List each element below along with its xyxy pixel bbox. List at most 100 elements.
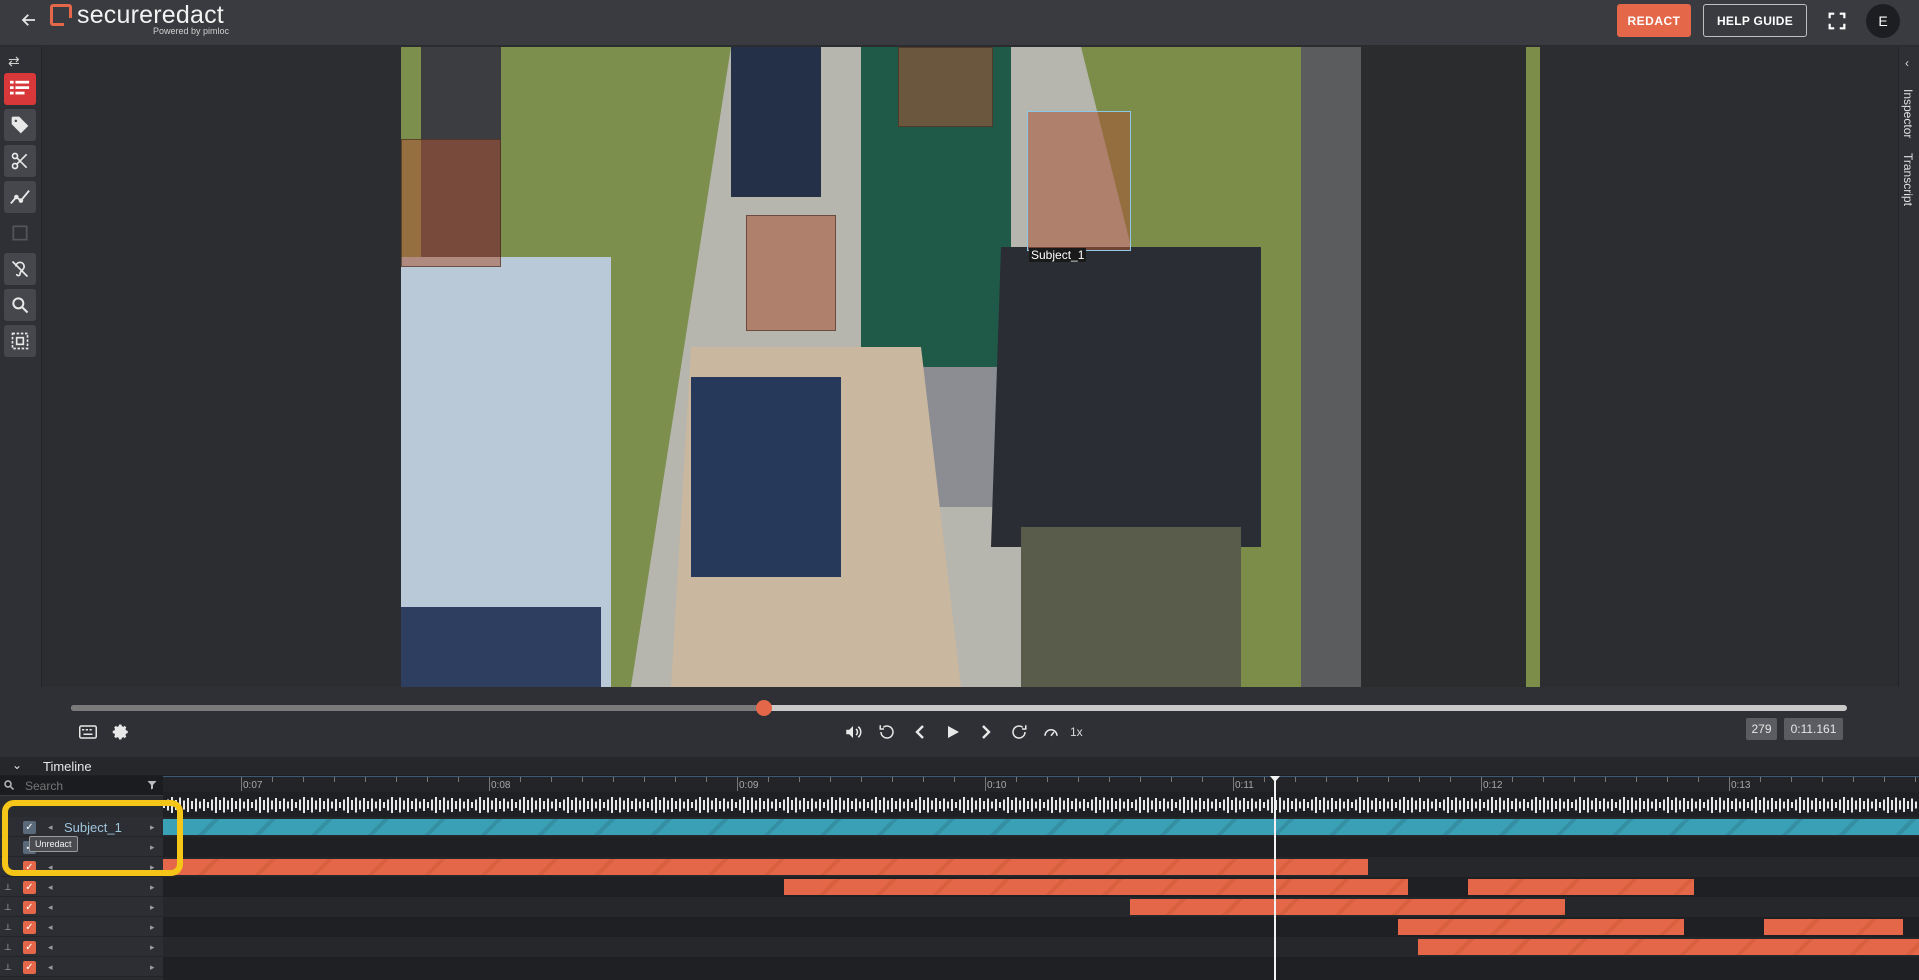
playhead[interactable] bbox=[1274, 776, 1276, 980]
chevron-down-icon[interactable]: ⌄ bbox=[12, 758, 22, 772]
timeline-ruler[interactable]: 0:07 0:08 0:09 0:10 0:11 0:12 0:13 bbox=[163, 776, 1919, 792]
back-button[interactable] bbox=[16, 10, 42, 36]
seek-bar[interactable] bbox=[71, 700, 1847, 716]
track-row[interactable]: ✓◂▸ bbox=[0, 837, 163, 857]
pin-icon[interactable]: ⊥ bbox=[4, 862, 12, 872]
forward-button[interactable] bbox=[1008, 721, 1030, 743]
face-redaction-box[interactable] bbox=[898, 47, 993, 127]
tag-button[interactable] bbox=[4, 109, 36, 141]
chevron-left-icon[interactable]: ◂ bbox=[48, 822, 53, 833]
unredact-tooltip: Unredact bbox=[29, 836, 78, 852]
track-row[interactable]: ⊥ ✓ ◂ ▸ bbox=[0, 937, 163, 957]
track-row[interactable]: ⊥ ✓ ◂ ▸ bbox=[0, 957, 163, 977]
swap-icon[interactable]: ⇄ bbox=[8, 53, 32, 69]
track-lane[interactable] bbox=[163, 837, 1919, 857]
next-frame-button[interactable] bbox=[975, 721, 997, 743]
redaction-segment[interactable] bbox=[1398, 919, 1684, 935]
track-checkbox[interactable]: ✓ bbox=[23, 941, 36, 954]
track-checkbox[interactable]: ✓ bbox=[23, 881, 36, 894]
chevron-right-icon[interactable]: ▸ bbox=[150, 882, 155, 893]
track-checkbox[interactable]: ✓ bbox=[23, 961, 36, 974]
tab-transcript[interactable]: Transcript bbox=[1901, 149, 1915, 210]
track-lane[interactable] bbox=[163, 957, 1919, 977]
pin-icon[interactable]: ⊥ bbox=[4, 942, 12, 952]
chevron-left-icon[interactable]: ‹ bbox=[1905, 56, 1909, 70]
keyboard-button[interactable] bbox=[77, 721, 99, 743]
ruler-tick bbox=[861, 777, 862, 782]
redaction-segment[interactable] bbox=[1468, 879, 1694, 895]
audio-redact-button[interactable] bbox=[4, 253, 36, 285]
ruler-tick bbox=[303, 777, 304, 782]
chevron-left-icon[interactable]: ◂ bbox=[48, 882, 53, 893]
ruler-tick bbox=[923, 777, 924, 782]
pin-icon[interactable]: ⊥ bbox=[4, 882, 12, 892]
track-row[interactable]: ⊥ ✓ ◂ ▸ bbox=[0, 917, 163, 937]
pin-icon[interactable]: ⊥ bbox=[4, 902, 12, 912]
frame-select-button[interactable] bbox=[4, 325, 36, 357]
avatar[interactable]: E bbox=[1866, 4, 1900, 38]
chevron-right-icon[interactable]: ▸ bbox=[150, 862, 155, 873]
chevron-left-icon[interactable]: ◂ bbox=[48, 962, 53, 973]
redaction-segment[interactable] bbox=[163, 819, 1919, 835]
ruler-tick bbox=[1450, 777, 1451, 782]
settings-button[interactable] bbox=[110, 721, 132, 743]
pin-icon[interactable]: ⊥ bbox=[4, 922, 12, 932]
pin-icon[interactable]: ⊥ bbox=[4, 962, 12, 972]
filter-icon[interactable] bbox=[146, 779, 158, 791]
chevron-right-icon[interactable]: ▸ bbox=[150, 942, 155, 953]
tab-inspector[interactable]: Inspector bbox=[1901, 85, 1915, 142]
search-button[interactable] bbox=[4, 289, 36, 321]
help-guide-button[interactable]: HELP GUIDE bbox=[1703, 4, 1807, 37]
chevron-left-icon[interactable]: ◂ bbox=[48, 862, 53, 873]
redaction-segment[interactable] bbox=[1418, 939, 1919, 955]
search-input[interactable] bbox=[25, 778, 140, 794]
cut-button[interactable] bbox=[4, 145, 36, 177]
gear-icon bbox=[112, 724, 128, 740]
chevron-right-icon[interactable]: ▸ bbox=[150, 922, 155, 933]
chevron-right-icon[interactable]: ▸ bbox=[150, 822, 155, 833]
speed-button[interactable] bbox=[1040, 721, 1062, 743]
chevron-right-icon[interactable]: ▸ bbox=[150, 902, 155, 913]
ruler-tick bbox=[1419, 777, 1420, 782]
track-row[interactable]: ⊥ ✓ ◂ ▸ bbox=[0, 857, 163, 877]
track-checkbox[interactable]: ✓ bbox=[23, 921, 36, 934]
video-frame[interactable]: Subject_1 bbox=[401, 47, 1540, 687]
track-lane[interactable] bbox=[163, 897, 1919, 917]
play-icon bbox=[948, 726, 959, 738]
track-row[interactable]: ⊥ ✓ ◂ ▸ bbox=[0, 877, 163, 897]
previous-frame-button[interactable] bbox=[909, 721, 931, 743]
ruler-tick bbox=[458, 777, 459, 782]
track-label[interactable]: Subject_1 bbox=[64, 820, 122, 835]
track-checkbox[interactable]: ✓ bbox=[23, 821, 36, 834]
face-redaction-box[interactable] bbox=[746, 215, 836, 331]
face-redaction-box-selected[interactable] bbox=[1027, 111, 1131, 251]
redact-button[interactable]: REDACT bbox=[1617, 4, 1691, 37]
volume-button[interactable] bbox=[842, 721, 864, 743]
ruler-tick bbox=[1605, 777, 1606, 782]
playhead-handle[interactable] bbox=[1270, 776, 1280, 782]
tick-label: 0:13 bbox=[1731, 780, 1751, 791]
fullscreen-button[interactable] bbox=[1826, 10, 1848, 32]
chevron-right-icon[interactable]: ▸ bbox=[150, 842, 155, 853]
redaction-segment[interactable] bbox=[1130, 899, 1565, 915]
track-row[interactable]: ⊥ ✓ ◂ ▸ bbox=[0, 897, 163, 917]
redaction-segment[interactable] bbox=[1764, 919, 1903, 935]
tracking-button[interactable] bbox=[4, 181, 36, 213]
redaction-list-button[interactable] bbox=[4, 73, 36, 105]
chevron-left-icon[interactable]: ◂ bbox=[48, 942, 53, 953]
chevron-left-icon[interactable]: ◂ bbox=[48, 922, 53, 933]
track-checkbox[interactable]: ✓ bbox=[23, 861, 36, 874]
seek-handle[interactable] bbox=[755, 700, 772, 716]
timeline-title: Timeline bbox=[43, 759, 92, 774]
chevron-right-icon[interactable]: ▸ bbox=[150, 962, 155, 973]
face-redaction-box[interactable] bbox=[401, 139, 501, 267]
track-checkbox[interactable]: ✓ bbox=[23, 901, 36, 914]
chevron-left-icon[interactable]: ◂ bbox=[48, 902, 53, 913]
redaction-segment[interactable] bbox=[163, 859, 1368, 875]
play-button[interactable] bbox=[942, 721, 964, 743]
rewind-button[interactable] bbox=[876, 721, 898, 743]
right-panel: ‹ Inspector Transcript bbox=[1898, 47, 1919, 687]
rewind-icon bbox=[879, 725, 894, 739]
redaction-segment[interactable] bbox=[784, 879, 1408, 895]
volume-icon bbox=[846, 726, 862, 738]
